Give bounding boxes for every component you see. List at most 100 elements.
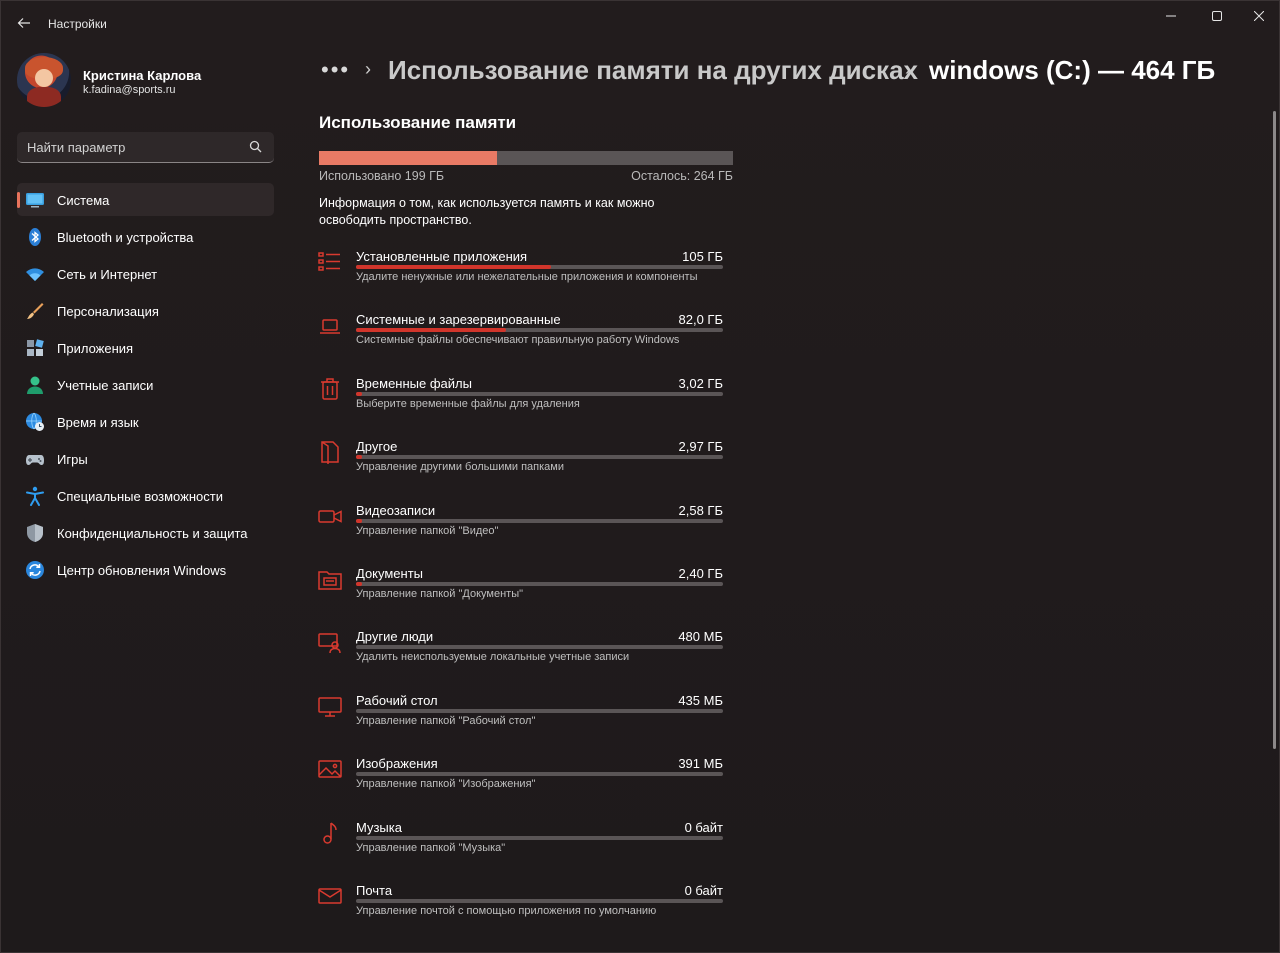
sidebar-item-label: Центр обновления Windows: [57, 563, 227, 578]
maximize-button[interactable]: [1194, 1, 1240, 31]
sidebar-item-accessibility[interactable]: Специальные возможности: [17, 479, 274, 512]
category-name: Документы: [356, 566, 424, 581]
storage-usage-fill: [319, 151, 497, 165]
category-description: Управление другими большими папками: [356, 461, 565, 473]
sidebar-item-personalization[interactable]: Персонализация: [17, 294, 274, 327]
category-usage-bar: [356, 519, 723, 523]
music-icon: [323, 822, 337, 844]
sidebar-item-accounts[interactable]: Учетные записи: [17, 368, 274, 401]
search-input[interactable]: Найти параметр: [17, 132, 274, 163]
sidebar-item-apps[interactable]: Приложения: [17, 331, 274, 364]
sidebar-item-label: Специальные возможности: [57, 489, 223, 504]
apps-icon: [27, 339, 44, 356]
category-description: Удалить неиспользуемые локальные учетные…: [356, 651, 630, 663]
chevron-right-icon: ›: [905, 59, 911, 79]
sidebar-item-network[interactable]: Сеть и Интернет: [17, 257, 274, 290]
category-description: Системные файлы обеспечивают правильную …: [356, 334, 680, 346]
sidebar-item-gaming[interactable]: Игры: [17, 442, 274, 475]
document-icon: [321, 441, 339, 464]
category-documents[interactable]: Документы 2,40 ГБ Управление папкой "Док…: [317, 566, 727, 622]
chevron-right-icon: ›: [365, 59, 371, 79]
category-size: 480 МБ: [678, 629, 723, 644]
category-description: Управление папкой "Видео": [356, 525, 499, 537]
user-profile[interactable]: Кристина Карлова k.fadina@sports.ru: [17, 53, 277, 109]
profile-name: Кристина Карлова: [83, 68, 202, 83]
accessibility-icon: [26, 486, 44, 506]
category-temp-files[interactable]: Временные файлы 3,02 ГБ Выберите временн…: [317, 376, 727, 432]
breadcrumb-overflow-button[interactable]: •••: [321, 57, 350, 83]
sidebar-item-label: Персонализация: [57, 304, 159, 319]
image-icon: [318, 760, 342, 778]
bluetooth-icon: [29, 228, 41, 246]
update-icon: [26, 561, 44, 579]
sidebar-item-label: Игры: [57, 452, 88, 467]
minimize-button[interactable]: [1148, 1, 1194, 31]
back-button[interactable]: [11, 10, 37, 36]
sidebar-item-privacy[interactable]: Конфиденциальность и защита: [17, 516, 274, 549]
category-usage-bar: [356, 328, 723, 332]
sidebar-item-label: Приложения: [57, 341, 134, 356]
category-usage-fill: [356, 455, 362, 459]
category-size: 0 байт: [684, 820, 723, 835]
category-size: 435 МБ: [678, 693, 723, 708]
category-usage-bar: [356, 392, 723, 396]
category-usage-bar: [356, 709, 723, 713]
category-pictures[interactable]: Изображения 391 МБ Управление папкой "Из…: [317, 756, 727, 812]
category-mail[interactable]: Почта 0 байт Управление почтой с помощью…: [317, 883, 727, 939]
profile-email: k.fadina@sports.ru: [83, 84, 176, 96]
category-other-people[interactable]: Другие люди 480 МБ Удалить неиспользуемы…: [317, 629, 727, 685]
app-title: Настройки: [48, 17, 107, 31]
sidebar-item-bluetooth[interactable]: Bluetooth и устройства: [17, 220, 274, 253]
video-icon: [318, 510, 342, 523]
sidebar-item-windows-update[interactable]: Центр обновления Windows: [17, 553, 274, 586]
search-icon: [249, 140, 262, 153]
category-description: Управление папкой "Изображения": [356, 778, 536, 790]
arrow-left-icon: [17, 18, 30, 28]
scrollbar[interactable]: [1273, 111, 1276, 749]
documents-folder-icon: [318, 571, 342, 590]
category-usage-bar: [356, 772, 723, 776]
category-name: Установленные приложения: [356, 249, 528, 264]
category-name: Видеозаписи: [356, 503, 436, 518]
storage-section-title: Использование памяти: [319, 113, 517, 132]
close-button[interactable]: [1236, 1, 1280, 31]
category-usage-fill: [356, 582, 362, 586]
person-icon: [27, 376, 43, 394]
category-usage-bar: [356, 645, 723, 649]
maximize-icon: [1212, 11, 1222, 21]
category-description: Удалите ненужные или нежелательные прило…: [356, 271, 698, 283]
sidebar-item-label: Время и язык: [57, 415, 139, 430]
sidebar-item-label: Сеть и Интернет: [57, 267, 158, 282]
category-system-reserved[interactable]: Системные и зарезервированные 82,0 ГБ Си…: [317, 312, 727, 368]
shield-icon: [27, 524, 43, 542]
people-icon: [318, 633, 341, 654]
category-name: Системные и зарезервированные: [356, 312, 561, 327]
category-name: Другие люди: [356, 629, 434, 644]
category-name: Рабочий стол: [356, 693, 438, 708]
apps-list-icon: [318, 252, 340, 271]
category-videos[interactable]: Видеозаписи 2,58 ГБ Управление папкой "В…: [317, 503, 727, 559]
category-usage-bar: [356, 455, 723, 459]
category-usage-fill: [356, 392, 362, 396]
category-installed-apps[interactable]: Установленные приложения 105 ГБ Удалите …: [317, 249, 727, 305]
laptop-icon: [320, 319, 340, 334]
category-music[interactable]: Музыка 0 байт Управление папкой "Музыка": [317, 820, 727, 876]
settings-window: Настройки Кристина Карлова k.fadina@spor…: [0, 0, 1280, 953]
search-placeholder: Найти параметр: [27, 140, 126, 155]
close-icon: [1254, 11, 1264, 21]
category-usage-bar: [356, 836, 723, 840]
gamepad-icon: [26, 455, 44, 465]
category-name: Другое: [356, 439, 398, 454]
category-other[interactable]: Другое 2,97 ГБ Управление другими больши…: [317, 439, 727, 495]
title-bar: Настройки: [1, 1, 1279, 47]
category-usage-fill: [356, 328, 507, 332]
sidebar-item-system[interactable]: Система: [17, 183, 274, 216]
category-size: 3,02 ГБ: [678, 376, 723, 391]
sidebar-item-label: Учетные записи: [57, 378, 154, 393]
sidebar-item-time-language[interactable]: Время и язык: [17, 405, 274, 438]
breadcrumb-parent-link[interactable]: Использование памяти на других дисках: [388, 55, 918, 86]
category-size: 391 МБ: [678, 756, 723, 771]
category-usage-bar: [356, 899, 723, 903]
category-desktop[interactable]: Рабочий стол 435 МБ Управление папкой "Р…: [317, 693, 727, 749]
category-usage-bar: [356, 265, 723, 269]
